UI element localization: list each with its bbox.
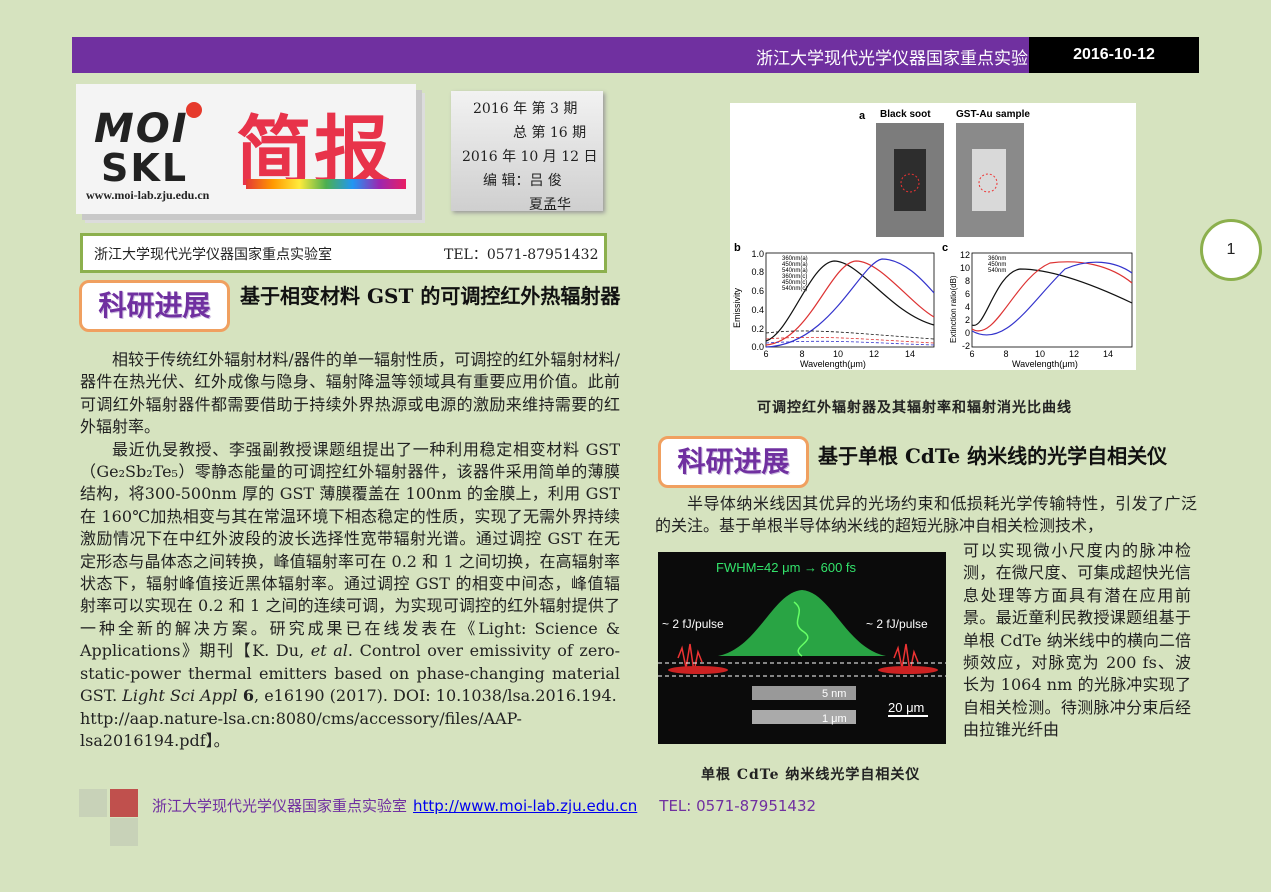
extinction-360nm-curve — [971, 268, 1133, 326]
panel-c-label: c — [942, 242, 948, 254]
issue-full-date: 2016 年 10 月 12 日 — [462, 149, 598, 165]
footer-square-grey — [79, 789, 107, 817]
issue-total-number: 总 第 16 期 — [513, 125, 587, 141]
svg-text:6: 6 — [969, 349, 974, 359]
article1-body: 相较于传统红外辐射材料/器件的单一辐射性质，可调控的红外辐射材料/器件在热光伏、… — [80, 349, 620, 752]
svg-text:8: 8 — [1003, 349, 1008, 359]
svg-text:0.4: 0.4 — [751, 305, 764, 315]
figure1-caption: 可调控红外辐射器及其辐射率和辐射消光比曲线 — [757, 400, 1072, 416]
lab-info-box: 浙江大学现代光学仪器国家重点实验室 TEL：0571-87951432 — [80, 233, 607, 273]
svg-text:12: 12 — [1069, 349, 1079, 359]
panel-a-label: a — [859, 110, 866, 122]
logo-skl-text: SKL — [101, 146, 189, 190]
moi-skl-logo: MOI SKL 简报 www.moi-lab.zju.edu.cn — [76, 84, 416, 214]
black-soot-sample — [894, 149, 926, 211]
article2-title: 基于单根 CdTe 纳米线的光学自相关仪 — [818, 444, 1168, 468]
gst-sample-label: GST-Au sample — [956, 109, 1030, 120]
article1-paragraph-1: 相较于传统红外辐射材料/器件的单一辐射性质，可调控的红外辐射材料/器件在热光伏、… — [80, 350, 620, 437]
issue-editor-2: 夏孟华 — [529, 197, 571, 213]
svg-text:0.2: 0.2 — [751, 324, 764, 334]
research-progress-tag-2: 科研进展 — [658, 436, 809, 488]
panel-c-xticks: 6 8 10 12 14 — [969, 349, 1113, 359]
beam-right — [878, 666, 938, 674]
svg-text:8: 8 — [965, 276, 970, 286]
svg-text:8: 8 — [799, 349, 804, 359]
panel-b-legend: 360nm(a) 450nm(a) 540nm(a) 360nm(c) 450n… — [782, 256, 808, 292]
panel-b-xlabel: Wavelength(μm) — [800, 359, 866, 369]
panel-b-ylabel: Emissivity — [732, 288, 742, 328]
footer-tel: TEL: 0571-87951432 — [659, 797, 817, 815]
issue-info-box: 2016 年 第 3 期 总 第 16 期 2016 年 10 月 12 日 编… — [451, 91, 603, 213]
svg-text:10: 10 — [833, 349, 843, 359]
black-soot-label: Black soot — [880, 109, 931, 120]
svg-text:6: 6 — [763, 349, 768, 359]
lab-tel: TEL：0571-87951432 — [444, 247, 599, 263]
emissivity-540nm-dashed — [765, 340, 935, 346]
svg-text:0.6: 0.6 — [751, 286, 764, 296]
gst-sample — [972, 149, 1006, 211]
svg-text:1.0: 1.0 — [751, 249, 764, 259]
footer: 浙江大学现代光学仪器国家重点实验室 http://www.moi-lab.zju.… — [152, 795, 816, 816]
svg-text:4: 4 — [965, 302, 970, 312]
scale-5nm: 5 nm — [822, 688, 846, 700]
footer-website-link[interactable]: http://www.moi-lab.zju.edu.cn — [413, 797, 637, 815]
logo-rainbow-bar — [246, 179, 406, 189]
issue-date: 2016-10-12 — [1029, 37, 1199, 73]
panel-c-legend: 360nm 450nm 540nm — [988, 256, 1006, 274]
svg-text:540nm(c): 540nm(c) — [782, 286, 807, 292]
fwhm-label: FWHM=42 μm → 600 fs — [716, 560, 857, 575]
issue-year-number: 2016 年 第 3 期 — [473, 101, 578, 117]
pulse-label-left: ~ 2 fJ/pulse — [662, 617, 724, 631]
panel-c-xlabel: Wavelength(μm) — [1012, 359, 1078, 369]
footer-square-red — [110, 789, 138, 817]
svg-text:0: 0 — [965, 328, 970, 338]
footer-lab-name: 浙江大学现代光学仪器国家重点实验室 — [152, 797, 408, 815]
svg-text:6: 6 — [965, 289, 970, 299]
svg-text:14: 14 — [1103, 349, 1113, 359]
panel-c-yticks: 12 10 8 6 4 2 0 -2 — [960, 250, 970, 351]
panel-b-xticks: 6 8 10 12 14 — [763, 349, 915, 359]
svg-text:14: 14 — [905, 349, 915, 359]
beam-left — [668, 666, 728, 674]
svg-text:10: 10 — [1035, 349, 1045, 359]
scale-20um: 20 μm — [888, 700, 924, 715]
svg-text:10: 10 — [960, 263, 970, 273]
logo-url: www.moi-lab.zju.edu.cn — [86, 188, 210, 202]
svg-text:12: 12 — [960, 250, 970, 260]
svg-text:0.0: 0.0 — [751, 342, 764, 352]
autocorrelator-figure: FWHM=42 μm → 600 fs ~ 2 fJ/pulse ~ 2 fJ/… — [658, 552, 946, 744]
svg-text:540nm: 540nm — [988, 268, 1006, 274]
page-number: 1 — [1200, 219, 1262, 281]
footer-square-grey-2 — [110, 818, 138, 846]
pulse-label-right: ~ 2 fJ/pulse — [866, 617, 928, 631]
panel-b-yticks: 1.0 0.8 0.6 0.4 0.2 0.0 — [751, 249, 764, 352]
logo-red-dot — [186, 102, 202, 118]
article1-paragraph-2: 最近仇旻教授、李强副教授课题组提出了一种利用稳定相变材料 GST（Ge₂Sb₂T… — [80, 439, 621, 706]
figure2-caption: 单根 CdTe 纳米线光学自相关仪 — [701, 767, 921, 783]
scale-1um: 1 μm — [822, 713, 847, 725]
article2-intro: 半导体纳米线因其优异的光场约束和低损耗光学传输特性，引发了广泛的关注。基于单根半… — [655, 494, 1197, 536]
svg-text:2: 2 — [965, 315, 970, 325]
article1-title: 基于相变材料 GST 的可调控红外热辐射器 — [240, 284, 621, 308]
research-progress-tag: 科研进展 — [79, 280, 230, 332]
article2-side-text: 可以实现微小尺度内的脉冲检测，在微尺度、可集成超快光信息处理等方面具有潜在应用前… — [963, 541, 1191, 740]
issue-editor-1: 编 辑：吕 俊 — [483, 173, 562, 189]
lab-name: 浙江大学现代光学仪器国家重点实验室 — [94, 247, 332, 263]
panel-b-label: b — [734, 242, 741, 254]
article1-reference-url: http://aap.nature-lsa.cn:8080/cms/access… — [80, 708, 522, 750]
svg-text:12: 12 — [869, 349, 879, 359]
emissivity-figure: a Black soot GST-Au sample b 1.0 0.8 0.6… — [730, 103, 1136, 370]
svg-text:0.8: 0.8 — [751, 267, 764, 277]
panel-c-ylabel: Extinction ratio(dB) — [949, 275, 958, 343]
